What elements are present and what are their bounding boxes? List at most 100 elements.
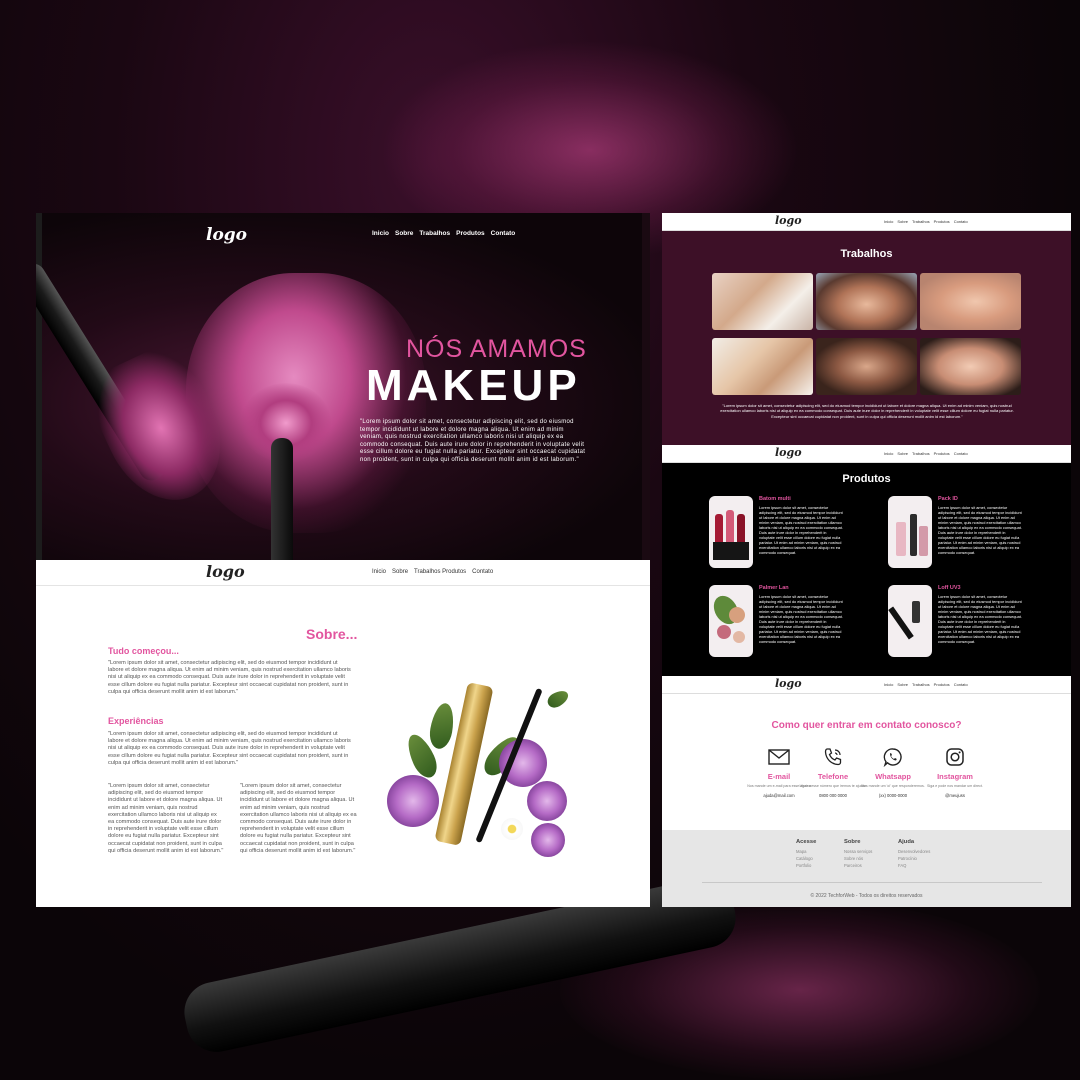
hero-title-line2: MAKEUP xyxy=(366,361,581,410)
gallery-photo-eye-makeup[interactable] xyxy=(712,338,813,395)
navbar-link-inicio[interactable]: Inicio xyxy=(884,451,893,456)
second-brush-handle xyxy=(271,438,293,560)
whatsapp-icon xyxy=(858,746,928,768)
contato-title: Como quer entrar em contato conosco? xyxy=(771,720,962,731)
trabalhos-title: Trabalhos xyxy=(840,248,893,260)
product-description: Lorem ipsum dolor sit amet, consectetur … xyxy=(938,594,1022,644)
navbar-links: Inicio Sobre Trabalhos Produtos Contato xyxy=(884,451,968,456)
nav-link-produtos[interactable]: Produtos xyxy=(456,230,485,237)
contact-label: Whatsapp xyxy=(875,772,911,781)
navbar-link-contato[interactable]: Contato xyxy=(954,219,968,224)
leaf xyxy=(544,687,572,711)
footer-link[interactable]: FAQ xyxy=(898,862,930,869)
contact-desc: Nos mande um 'oi' que responderemos. xyxy=(861,784,925,788)
right-page-mockup: logo Inicio Sobre Trabalhos Produtos Con… xyxy=(662,213,1071,907)
footer-link[interactable]: Portfolio xyxy=(796,862,816,869)
navbar-link-contato[interactable]: Contato xyxy=(954,682,968,687)
product-name: Pack ID xyxy=(938,496,958,502)
navbar-link-sobre[interactable]: Sobre xyxy=(897,219,908,224)
navbar-link-trabalhos[interactable]: Trabalhos xyxy=(912,451,930,456)
nav-link-inicio[interactable]: Inicio xyxy=(372,230,389,237)
gallery-photo-blue-eyeshadow[interactable] xyxy=(816,273,917,330)
left-page-mockup: logo Inicio Sobre Trabalhos Produtos Con… xyxy=(36,213,650,907)
product-image-makeup-set xyxy=(888,496,932,568)
product-description: Lorem ipsum dolor sit amet, consectetur … xyxy=(759,505,843,555)
hero-edge-right xyxy=(642,213,650,560)
gallery-photo-red-liner[interactable] xyxy=(920,273,1021,330)
footer-link[interactable]: Patrocínio xyxy=(898,855,930,862)
purple-flower xyxy=(387,775,439,827)
navbar-link-sobre[interactable]: Sobre xyxy=(897,682,908,687)
produtos-section: Produtos Batom multi Lorem ipsum dolor s… xyxy=(662,463,1071,676)
hero-section: logo Inicio Sobre Trabalhos Produtos Con… xyxy=(36,213,650,560)
navbar-link-inicio[interactable]: Inicio xyxy=(884,219,893,224)
contact-desc: Siga e pode nos mandar um direct. xyxy=(927,784,983,788)
gallery-photo-brush-application[interactable] xyxy=(920,338,1021,395)
footer-col-ajuda: Ajuda Desenvolvedores Patrocínio FAQ xyxy=(898,839,930,869)
white-daisy xyxy=(501,818,523,840)
contact-value: (xx) 0000-0000 xyxy=(878,792,908,798)
navbar-link-produtos[interactable]: Produtos xyxy=(934,682,950,687)
navbar-link-inicio[interactable]: Inicio xyxy=(884,682,893,687)
navbar-logo[interactable]: logo xyxy=(775,214,802,227)
sobre-heading-tudo-comecou: Tudo começou... xyxy=(108,646,179,656)
nav-link-trabalhos[interactable]: Trabalhos xyxy=(419,230,450,237)
navbar-logo[interactable]: logo xyxy=(206,562,245,581)
product-image-palette xyxy=(709,585,753,657)
nav-link-sobre[interactable]: Sobre xyxy=(395,230,413,237)
navbar-link-contato[interactable]: Contato xyxy=(472,569,493,575)
navbar-link-sobre[interactable]: Sobre xyxy=(392,569,408,575)
contato-navbar: logo Inicio Sobre Trabalhos Produtos Con… xyxy=(662,676,1071,694)
footer-col-title: Sobre xyxy=(844,839,861,845)
footer-link[interactable]: Sobre nós xyxy=(844,855,872,862)
navbar-link-contato[interactable]: Contato xyxy=(954,451,968,456)
footer-link[interactable]: Desenvolvedores xyxy=(898,848,930,855)
footer-link[interactable]: Parceiros xyxy=(844,862,872,869)
footer-link[interactable]: Mapa xyxy=(796,848,816,855)
product-image-mascara xyxy=(888,585,932,657)
product-name: Loff UV3 xyxy=(938,585,961,591)
product-card-loff-uv3[interactable]: Loff UV3 Lorem ipsum dolor sit amet, con… xyxy=(888,585,1071,659)
sticky-navbar: logo Inicio Sobre Trabalhos Produtos Con… xyxy=(36,560,650,586)
footer-col-sobre: Sobre Nossa serviços Sobre nós Parceiros xyxy=(844,839,872,869)
trabalhos-paragraph: "Lorem ipsum dolor sit amet, consectetur… xyxy=(720,403,1014,419)
navbar-link-produtos[interactable]: Produtos xyxy=(934,219,950,224)
hero-logo[interactable]: logo xyxy=(206,225,247,245)
navbar-link-trabalhos-produtos[interactable]: Trabalhos Produtos xyxy=(414,569,466,575)
footer-divider xyxy=(702,882,1042,883)
produtos-title: Produtos xyxy=(842,473,891,485)
navbar-link-trabalhos[interactable]: Trabalhos xyxy=(912,682,930,687)
navbar-logo[interactable]: logo xyxy=(775,446,802,459)
product-card-pack-id[interactable]: Pack ID Lorem ipsum dolor sit amet, cons… xyxy=(888,496,1071,570)
product-name: Palmer Lan xyxy=(759,585,789,591)
sobre-paragraph-2: "Lorem ipsum dolor sit amet, consectetur… xyxy=(108,731,351,766)
product-card-batom-multi[interactable]: Batom multi Lorem ipsum dolor sit amet, … xyxy=(709,496,899,570)
navbar-links: Inicio Sobre Trabalhos Produtos Contato xyxy=(884,219,968,224)
product-card-palmer-lan[interactable]: Palmer Lan Lorem ipsum dolor sit amet, c… xyxy=(709,585,899,659)
footer-link[interactable]: Catálogo xyxy=(796,855,816,862)
contact-instagram[interactable]: Instagram Siga e pode nos mandar um dire… xyxy=(920,746,990,798)
footer-col-title: Acesse xyxy=(796,839,817,845)
navbar-link-produtos[interactable]: Produtos xyxy=(934,451,950,456)
navbar-link-trabalhos[interactable]: Trabalhos xyxy=(912,219,930,224)
nav-link-contato[interactable]: Contato xyxy=(491,230,516,237)
footer-col-acesse: Acesse Mapa Catálogo Portfolio xyxy=(796,839,816,869)
trabalhos-section: Trabalhos "Lorem ipsum dolor sit amet, c… xyxy=(662,231,1071,445)
navbar-link-sobre[interactable]: Sobre xyxy=(897,451,908,456)
footer: Acesse Mapa Catálogo Portfolio Sobre Nos… xyxy=(662,830,1071,907)
navbar-logo[interactable]: logo xyxy=(775,677,802,690)
product-image-lipsticks xyxy=(709,496,753,568)
product-description: Lorem ipsum dolor sit amet, consectetur … xyxy=(938,505,1022,555)
navbar-links: Inicio Sobre Trabalhos Produtos Contato xyxy=(372,569,493,575)
sobre-paragraph-1: "Lorem ipsum dolor sit amet, consectetur… xyxy=(108,660,351,695)
footer-col-title: Ajuda xyxy=(898,839,915,845)
navbar-link-inicio[interactable]: Inicio xyxy=(372,569,386,575)
contact-whatsapp[interactable]: Whatsapp Nos mande um 'oi' que responder… xyxy=(858,746,928,798)
hero-nav: Inicio Sobre Trabalhos Produtos Contato xyxy=(372,230,515,237)
sobre-paragraph-3: "Lorem ipsum dolor sit amet, consectetur… xyxy=(108,783,224,854)
produtos-navbar: logo Inicio Sobre Trabalhos Produtos Con… xyxy=(662,445,1071,463)
gallery-photo-glam-look[interactable] xyxy=(816,338,917,395)
gallery-photo-makeup-artist[interactable] xyxy=(712,273,813,330)
footer-link[interactable]: Nossa serviços xyxy=(844,848,872,855)
contact-value: @meujuss xyxy=(945,792,965,798)
